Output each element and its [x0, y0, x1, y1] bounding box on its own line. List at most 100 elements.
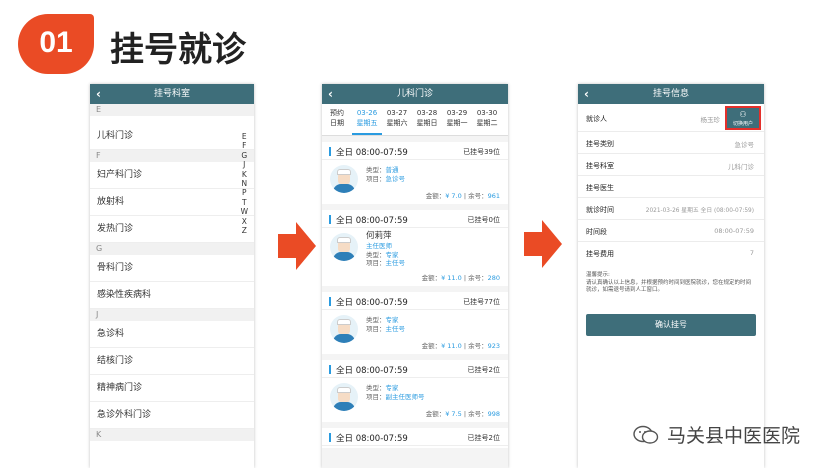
card-registered: 已挂号2位	[467, 434, 500, 442]
price-line: 金额：¥ 7.0 | 余号：961	[425, 192, 500, 200]
card-time: 全日 08:00-07:59	[336, 366, 408, 376]
row-value: 急诊号	[734, 141, 755, 149]
section-letter: F	[90, 150, 254, 162]
card-bar	[329, 215, 331, 224]
price-line: 金额：¥ 7.5 | 余号：998	[425, 410, 500, 418]
dept-item[interactable]: 结核门诊	[90, 348, 254, 375]
schedule-card[interactable]: 全日 08:00-07:59 已挂号0位 何莉萍 主任医师 类型：专家 项目：主任…	[322, 210, 508, 286]
item-value: 副主任医师号	[385, 392, 425, 401]
schedule-card[interactable]: 全日 08:00-07:59 已挂号2位 类型：专家 项目：副主任医师号 金额：¥…	[322, 360, 508, 422]
left-label: 余号：	[468, 192, 488, 200]
card-registered: 已挂号39位	[463, 148, 500, 156]
card-registered: 已挂号77位	[463, 298, 500, 306]
section-letter: G	[90, 243, 254, 255]
schedule-header: ‹ 儿科门诊	[322, 84, 508, 104]
fee-value: ¥ 7.0	[445, 192, 462, 200]
date-tab-selected[interactable]: 03-26 星期五	[352, 104, 382, 135]
alpha-letter[interactable]: F	[241, 141, 248, 150]
dept-item[interactable]: 妇产科门诊	[90, 162, 254, 189]
alpha-letter[interactable]: E	[241, 132, 248, 141]
dept-item[interactable]: 放射科	[90, 189, 254, 216]
switch-user-button[interactable]: ⚇ 切换用户	[725, 106, 761, 130]
alpha-letter[interactable]: N	[241, 179, 248, 188]
card-time: 全日 08:00-07:59	[336, 148, 408, 158]
schedule-card[interactable]: 全日 08:00-07:59 已挂号2位	[322, 428, 508, 448]
info-row-patient: 就诊人 杨玉珍 ⚇ 切换用户	[578, 104, 764, 132]
section-letter: J	[90, 309, 254, 321]
date-top: 03-30	[476, 109, 498, 117]
alpha-letter[interactable]: G	[241, 151, 248, 160]
left-label: 余号：	[468, 274, 488, 282]
alpha-letter[interactable]: X	[241, 217, 248, 226]
doctor-info: 类型：专家 项目：主任号	[366, 316, 405, 333]
date-top: 03-29	[446, 109, 468, 117]
item-label: 项目：	[366, 324, 386, 333]
type-label: 类型：	[366, 384, 386, 392]
left-label: 余号：	[468, 410, 488, 418]
date-top: 03-28	[416, 109, 438, 117]
date-bottom: 日期	[330, 119, 344, 127]
dept-item[interactable]: 急诊外科门诊	[90, 402, 254, 429]
card-header: 全日 08:00-07:59 已挂号2位	[322, 428, 508, 446]
doctor-info: 何莉萍 主任医师 类型：专家 项目：主任号	[366, 231, 405, 268]
dept-item[interactable]: 发热门诊	[90, 216, 254, 243]
notice-title: 温馨提示:	[586, 272, 610, 278]
doctor-avatar	[330, 383, 358, 411]
type-value: 专家	[385, 250, 399, 259]
back-icon[interactable]: ‹	[96, 84, 101, 104]
alpha-letter[interactable]: W	[241, 207, 248, 216]
dept-item[interactable]: 急诊科	[90, 321, 254, 348]
date-tab[interactable]: 03-27 星期六	[382, 104, 412, 135]
card-header: 全日 08:00-07:59 已挂号2位	[322, 360, 508, 378]
date-label: 预约 日期	[322, 104, 352, 135]
schedule-card[interactable]: 全日 08:00-07:59 已挂号39位 类型：普通 项目：急诊号 金额：¥ 7…	[322, 142, 508, 204]
watermark: 马关县中医医院	[633, 421, 800, 448]
dept-item-pediatrics[interactable]: 儿科门诊	[90, 116, 254, 150]
user-switch-icon: ⚇	[739, 110, 747, 119]
item-value: 主任号	[385, 259, 406, 267]
back-icon[interactable]: ‹	[328, 84, 333, 104]
card-bar	[329, 147, 331, 156]
item-value: 急诊号	[385, 174, 406, 183]
alpha-letter[interactable]: J	[241, 160, 248, 169]
price-line: 金额：¥ 11.0 | 余号：923	[421, 342, 500, 350]
dept-item[interactable]: 感染性疾病科	[90, 282, 254, 309]
arrow-right-icon	[524, 220, 562, 268]
fee-label: 金额：	[421, 342, 442, 350]
left-value: 961	[487, 192, 500, 200]
alpha-letter[interactable]: P	[241, 188, 248, 197]
date-top: 03-26	[356, 109, 378, 117]
type-label: 类型：	[366, 250, 386, 259]
switch-user-label: 切换用户	[732, 121, 753, 127]
dept-item[interactable]: 精神病门诊	[90, 375, 254, 402]
date-top: 预约	[330, 109, 344, 117]
info-row: 挂号类别 急诊号	[578, 132, 764, 154]
date-tab[interactable]: 03-30 星期二	[472, 104, 502, 135]
confirm-registration-button[interactable]: 确认挂号	[586, 314, 756, 336]
card-header: 全日 08:00-07:59 已挂号0位	[322, 210, 508, 228]
schedule-card[interactable]: 全日 08:00-07:59 已挂号77位 类型：专家 项目：主任号 金额：¥ 1…	[322, 292, 508, 354]
watermark-text: 马关县中医医院	[666, 425, 800, 447]
section-number: 01	[39, 26, 73, 59]
alpha-letter[interactable]: K	[241, 170, 248, 179]
card-time: 全日 08:00-07:59	[336, 298, 408, 308]
card-registered: 已挂号2位	[467, 366, 500, 374]
back-icon[interactable]: ‹	[584, 84, 589, 104]
row-label: 挂号科室	[586, 162, 614, 170]
card-time: 全日 08:00-07:59	[336, 216, 408, 226]
date-tab[interactable]: 03-29 星期一	[442, 104, 472, 135]
alpha-letter[interactable]: T	[241, 198, 248, 207]
row-label: 时间段	[586, 228, 607, 236]
doctor-avatar	[330, 233, 358, 261]
date-tab[interactable]: 03-28 星期日	[412, 104, 442, 135]
dept-item[interactable]: 骨科门诊	[90, 255, 254, 282]
info-header: ‹ 挂号信息	[578, 84, 764, 104]
card-bar	[329, 433, 331, 442]
date-tabs: 预约日期 03-26 星期五 03-27 星期六 03-28 星期日 03-29 星期一…	[322, 104, 508, 136]
dept-header-title: 挂号科室	[153, 89, 190, 99]
alpha-letter[interactable]: Z	[241, 226, 248, 235]
schedule-screen: ‹ 儿科门诊 预约日期 03-26 星期五 03-27 星期六 03-28 星期日 0…	[322, 84, 508, 468]
card-time: 全日 08:00-07:59	[336, 434, 408, 444]
alphabet-index[interactable]: E F G J K N P T W X Z	[241, 132, 248, 235]
date-bottom: 星期一	[446, 119, 468, 127]
